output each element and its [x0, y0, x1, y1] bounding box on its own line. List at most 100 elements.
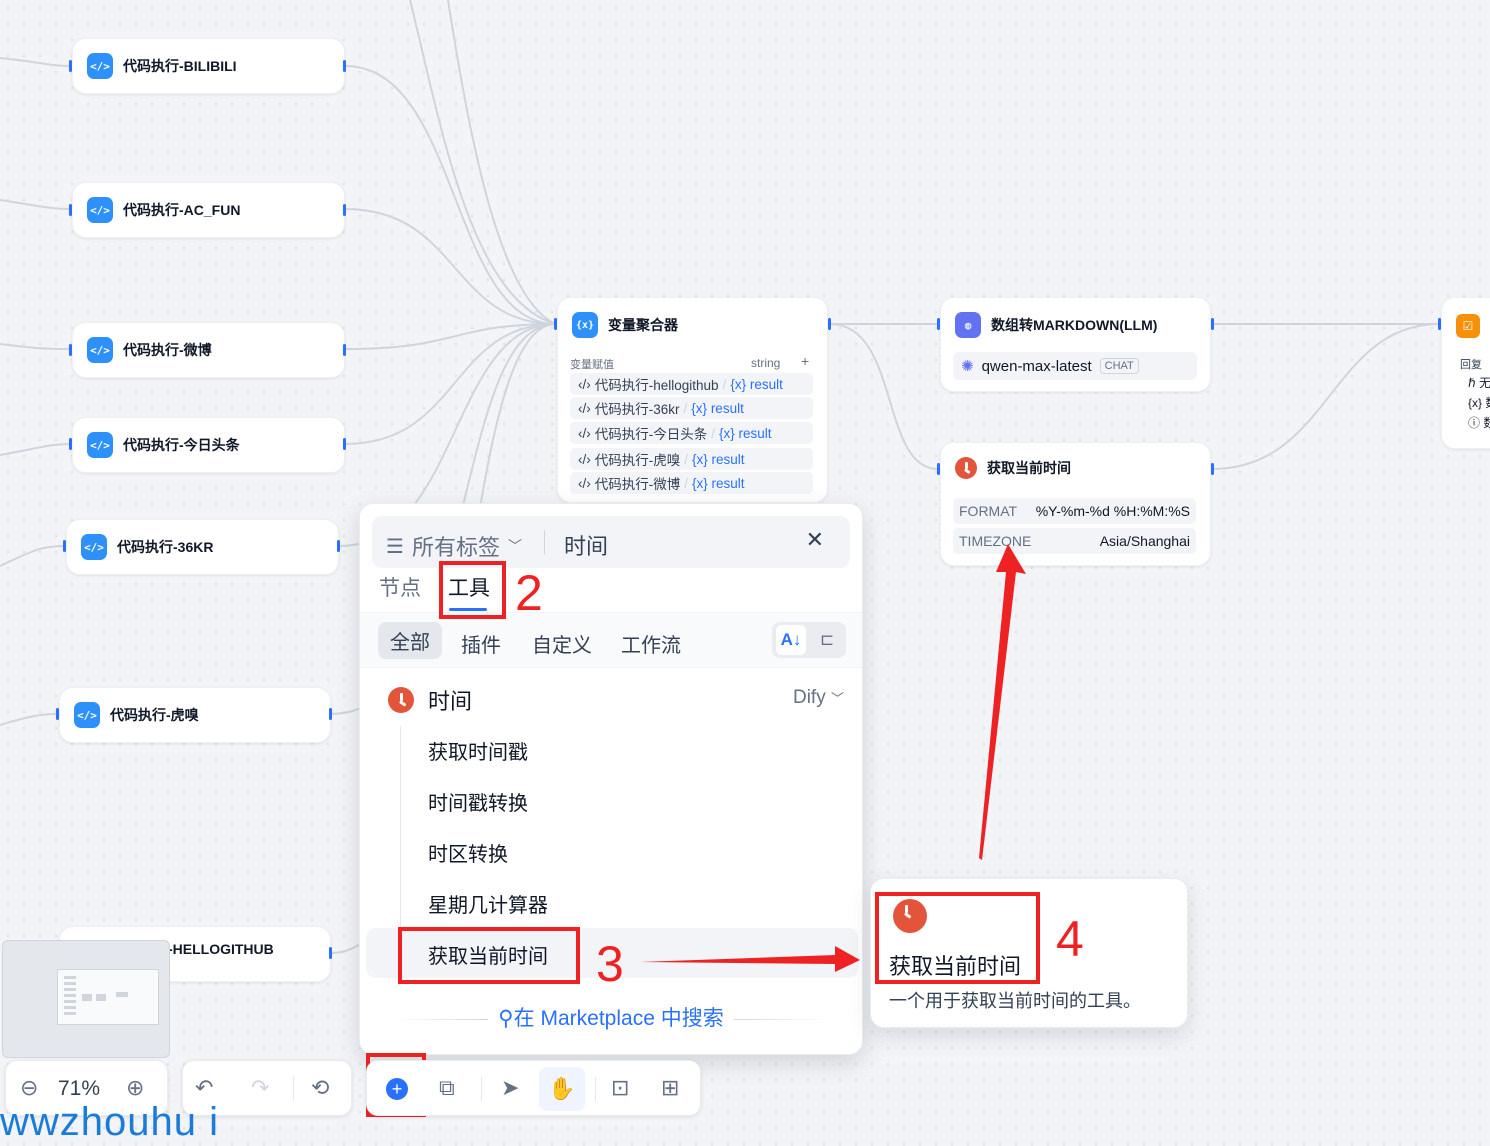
node-input-handle[interactable] — [937, 318, 940, 330]
divider — [595, 1077, 596, 1101]
code-icon: </> — [87, 53, 113, 79]
redo-icon[interactable]: ↷ — [251, 1075, 269, 1101]
undo-icon[interactable]: ↶ — [195, 1075, 213, 1101]
clock-icon — [955, 457, 977, 479]
node-code-huxiu[interactable]: </> 代码执行-虎嗅 — [59, 687, 331, 743]
node-output-handle[interactable] — [343, 344, 346, 356]
row-separator: / — [684, 451, 689, 467]
zoom-in-icon[interactable]: ⊕ — [126, 1075, 144, 1101]
node-input-handle[interactable] — [69, 60, 72, 72]
node-input-handle[interactable] — [69, 204, 72, 216]
node-output-handle[interactable] — [329, 947, 332, 959]
node-code-weibo[interactable]: </> 代码执行-微博 — [72, 322, 345, 378]
code-icon: ‹/› — [578, 451, 591, 467]
node-reply[interactable]: ☑ 回复 ℏ 无 {x} 数 ⓘ 数 — [1441, 297, 1490, 449]
node-input-handle[interactable] — [937, 463, 940, 475]
row-var: {x} result — [691, 400, 744, 416]
search-input[interactable]: 时间 — [564, 529, 608, 561]
sort-az-icon[interactable]: A↓ — [776, 625, 806, 655]
node-input-handle[interactable] — [554, 318, 557, 330]
pointer-icon[interactable]: ➤ — [501, 1075, 519, 1101]
param-value: %Y-%m-%d %H:%M:%S — [1035, 503, 1190, 519]
tool-item[interactable]: 星期几计算器 — [428, 889, 548, 918]
marketplace-search-link[interactable]: ⚲在 Marketplace 中搜索 — [360, 1002, 862, 1032]
reply-icon: ☑ — [1456, 314, 1480, 338]
node-input-handle[interactable] — [69, 438, 72, 450]
marketplace-label: 在 Marketplace 中搜索 — [513, 1007, 724, 1030]
aggregator-row[interactable]: ‹/› 代码执行-hellogithub / {x} result — [570, 373, 813, 395]
node-output-handle[interactable] — [329, 708, 332, 720]
node-output-handle[interactable] — [1211, 463, 1214, 475]
row-var: {x} result — [692, 475, 745, 491]
annotation-number: 2 — [515, 565, 543, 621]
node-output-handle[interactable] — [1211, 318, 1214, 330]
tool-group-header[interactable]: 时间 — [388, 684, 472, 716]
tool-item[interactable]: 获取时间戳 — [428, 736, 528, 765]
param-key: TIMEZONE — [959, 533, 1032, 549]
row-separator: / — [684, 475, 689, 491]
row-separator: / — [683, 400, 688, 416]
row-var-name: result — [738, 425, 772, 441]
aggregator-row[interactable]: ‹/› 代码执行-今日头条 / {x} result — [570, 422, 813, 444]
close-icon[interactable]: ✕ — [806, 527, 824, 553]
node-llm[interactable]: ◍ 数组转MARKDOWN(LLM) ✺ qwen-max-latest CHAT — [940, 297, 1211, 392]
llm-icon: ◍ — [955, 312, 981, 338]
minimap-node — [64, 976, 76, 1016]
aggregator-row[interactable]: ‹/› 代码执行-微博 / {x} result — [570, 472, 813, 494]
node-output-handle[interactable] — [343, 204, 346, 216]
node-code-bilibili[interactable]: </> 代码执行-BILIBILI — [72, 38, 345, 94]
subtab-all[interactable]: 全部 — [378, 622, 442, 659]
tool-group-title: 时间 — [428, 689, 473, 714]
code-icon: ‹/› — [578, 400, 591, 416]
add-note-icon[interactable]: ⧉ — [439, 1075, 455, 1101]
node-input-handle[interactable] — [1438, 318, 1441, 330]
node-input-handle[interactable] — [69, 344, 72, 356]
node-code-acfun[interactable]: </> 代码执行-AC_FUN — [72, 182, 345, 238]
divider — [544, 530, 545, 554]
tool-item[interactable]: 时间戳转换 — [428, 787, 528, 816]
zoom-out-icon[interactable]: ⊖ — [20, 1075, 38, 1101]
node-output-handle[interactable] — [343, 60, 346, 72]
node-title: 代码执行-微博 — [123, 342, 212, 358]
add-variable-button[interactable]: + — [801, 353, 809, 369]
watermark: wwzhouhu i — [0, 1100, 220, 1144]
history-icon[interactable]: ⟲ — [311, 1075, 329, 1101]
tool-group-source[interactable]: Dify ﹀ — [793, 687, 844, 709]
node-get-current-time[interactable]: 获取当前时间 FORMAT %Y-%m-%d %H:%M:%S TIMEZONE A… — [940, 442, 1211, 566]
hand-tool-icon[interactable]: ✋ — [539, 1067, 585, 1111]
subtab-workflow[interactable]: 工作流 — [621, 629, 681, 658]
node-output-handle[interactable] — [343, 438, 346, 450]
minimap[interactable] — [2, 940, 170, 1058]
model-name: qwen-max-latest — [981, 357, 1092, 375]
subtab-plugins[interactable]: 插件 — [461, 629, 501, 658]
tool-item[interactable]: 时区转换 — [428, 838, 508, 867]
model-pill[interactable]: ✺ qwen-max-latest CHAT — [953, 352, 1197, 380]
tree-view-icon[interactable]: ⊏ — [812, 625, 842, 655]
organize-blocks-icon[interactable]: ⊞ — [661, 1075, 679, 1101]
aggregator-row[interactable]: ‹/› 代码执行-36kr / {x} result — [570, 397, 813, 419]
divider — [733, 1018, 826, 1020]
annotation-box-tooltip — [875, 892, 1040, 984]
tag-filter[interactable]: ☰ 所有标签 ﹀ — [386, 530, 522, 562]
node-input-handle[interactable] — [63, 540, 66, 552]
row-var-name: result — [710, 400, 744, 416]
variable-icon: {x} — [572, 312, 598, 338]
reply-item: ⓘ 数 — [1468, 416, 1490, 430]
code-icon: </> — [87, 432, 113, 458]
node-code-36kr[interactable]: </> 代码执行-36KR — [66, 519, 339, 575]
node-output-handle[interactable] — [828, 318, 831, 330]
node-output-handle[interactable] — [337, 540, 340, 552]
zoom-level[interactable]: 71% — [58, 1077, 100, 1101]
node-input-handle[interactable] — [56, 708, 59, 720]
param-format: FORMAT %Y-%m-%d %H:%M:%S — [953, 498, 1196, 524]
minimap-viewport — [57, 969, 159, 1025]
subtab-custom[interactable]: 自定义 — [532, 629, 592, 658]
aggregator-row[interactable]: ‹/› 代码执行-虎嗅 / {x} result — [570, 448, 813, 470]
param-key: FORMAT — [959, 503, 1018, 519]
export-image-icon[interactable]: ⊡ — [611, 1075, 629, 1101]
tab-nodes[interactable]: 节点 — [379, 572, 421, 602]
add-block-icon[interactable]: + — [386, 1078, 408, 1100]
node-variable-aggregator[interactable]: {x} 变量聚合器 变量赋值 string + ‹/› 代码执行-hellogith… — [557, 297, 828, 503]
clock-icon — [388, 687, 414, 713]
node-code-toutiao[interactable]: </> 代码执行-今日头条 — [72, 417, 345, 473]
